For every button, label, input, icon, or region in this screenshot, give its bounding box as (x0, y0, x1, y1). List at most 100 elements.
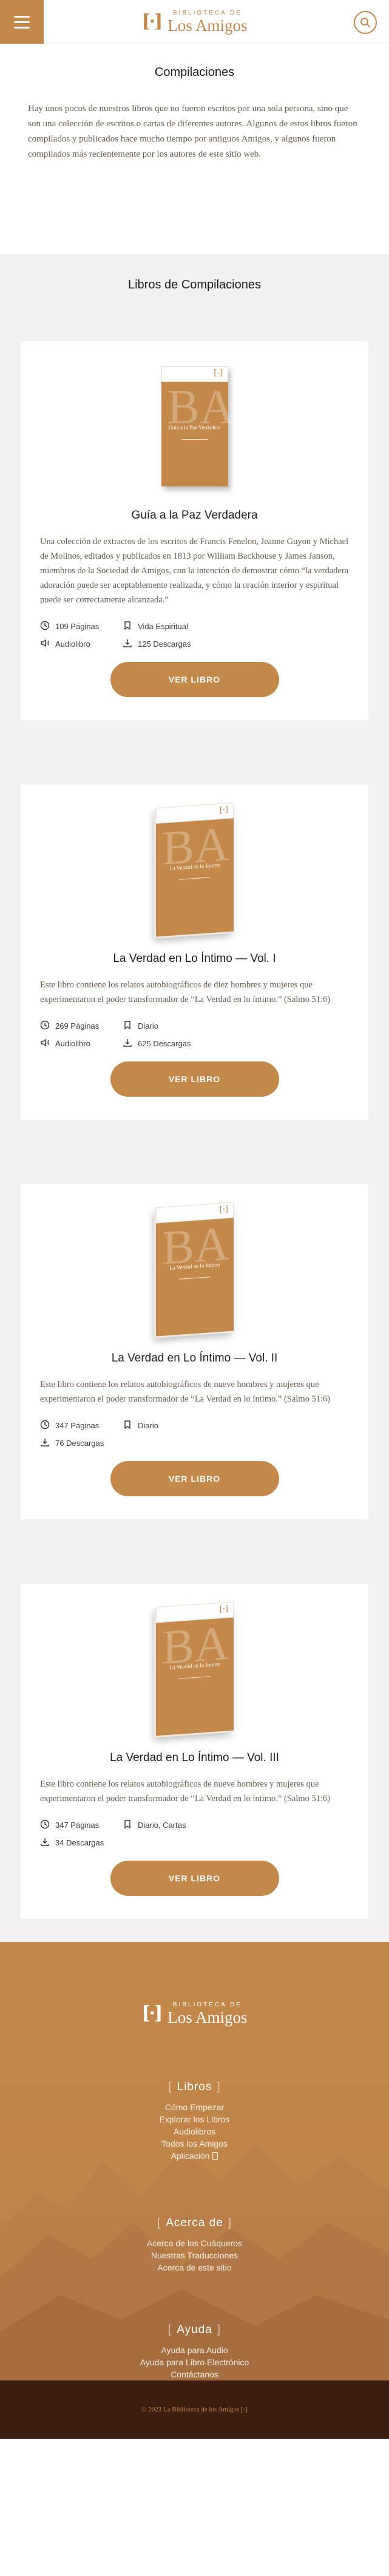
book-title[interactable]: La Verdad en Lo Íntimo — Vol. III (40, 1751, 349, 1765)
category: Diario (123, 1420, 349, 1431)
category-label: Diario (138, 1021, 158, 1031)
book-description: Este libro contiene los relatos autobiog… (40, 1779, 331, 1804)
page-count-label: 347 Páginas (55, 1421, 100, 1430)
footer-logo[interactable]: [·] BIBLIOTECA DE Los Amigos (141, 2002, 247, 2026)
phone-icon (212, 2152, 218, 2160)
footer-link[interactable]: Ayuda para Audio (0, 2344, 389, 2356)
footer-link[interactable]: Aplicación (0, 2150, 389, 2162)
logo-mark: [·] (141, 11, 163, 32)
page-count: 347 Páginas (40, 1420, 123, 1431)
category: Diario, Cartas (123, 1819, 349, 1831)
book-cover[interactable]: [·] BA Guía a la Paz Verdadera (161, 366, 235, 486)
category-label: Vida Espiritual (138, 622, 188, 631)
bookmark-icon (123, 1020, 132, 1032)
page-count: 269 Páginas (40, 1020, 123, 1032)
footer-link[interactable]: Acerca de los Cuáqueros (0, 2237, 389, 2249)
book-meta: 347 Páginas Diario 76 Descargas (40, 1420, 349, 1449)
page-count-label: 269 Páginas (55, 1021, 100, 1031)
book-cover-area: [·] BA La Verdad en lo Íntimo (40, 1584, 349, 1742)
cover-letters: BA (161, 1617, 229, 1675)
intro-text: Hay unos pocos de nuestros libros que no… (28, 104, 357, 159)
speaker-icon (40, 638, 50, 650)
compilations-section: Libros de Compilaciones [·] BA Guía a la… (0, 254, 389, 1942)
clock-icon (40, 621, 50, 632)
book-title[interactable]: La Verdad en Lo Íntimo — Vol. II (40, 1352, 349, 1365)
cover-logo-mark: [·] (219, 1604, 228, 1615)
cover-letters: BA (161, 817, 229, 876)
download-count: 76 Descargas (40, 1437, 123, 1449)
footer-heading: [Ayuda] (167, 2323, 222, 2336)
download-count: 625 Descargas (123, 1038, 349, 1049)
book-card: [·] BA La Verdad en lo Íntimo La Verdad … (21, 1184, 368, 1519)
book-card: [·] BA La Verdad en lo Íntimo La Verdad … (21, 1584, 368, 1919)
book-title[interactable]: Guía a la Paz Verdadera (40, 509, 349, 522)
view-book-button[interactable]: VER LIBRO (110, 1861, 279, 1896)
menu-button[interactable] (0, 0, 44, 44)
footer-link[interactable]: Explorar los Libros (0, 2113, 389, 2125)
category: Diario (123, 1020, 349, 1032)
book-description: Este libro contiene los relatos autobiog… (40, 980, 331, 1004)
book-cover-area: [·] BA La Verdad en lo Íntimo (40, 1184, 349, 1342)
book-cover[interactable]: [·] BA La Verdad en lo Íntimo (155, 1601, 234, 1736)
download-count-label: 76 Descargas (55, 1439, 104, 1448)
page-title: Compilaciones (154, 66, 235, 79)
book-cover[interactable]: [·] BA La Verdad en lo Íntimo (155, 802, 234, 937)
view-book-button[interactable]: VER LIBRO (110, 1061, 279, 1097)
speaker-icon (40, 1038, 50, 1049)
book-description: Este libro contiene los relatos autobiog… (40, 1380, 331, 1404)
category: Vida Espiritual (123, 621, 349, 632)
view-book-button[interactable]: VER LIBRO (110, 662, 279, 697)
download-icon (40, 1437, 50, 1449)
download-icon (40, 1837, 50, 1849)
book-meta: 109 Páginas Vida Espiritual Audiolibro 1… (40, 621, 349, 650)
logo-title: Los Amigos (167, 2008, 248, 2026)
logo-mark: [·] (141, 2003, 163, 2024)
logo-title: Los Amigos (167, 16, 248, 35)
copyright: © 2023 La Biblioteca de los Amigos [·] (0, 2380, 389, 2439)
audiobook: Audiolibro (40, 1038, 123, 1049)
category-label: Diario, Cartas (138, 1821, 186, 1830)
site-logo[interactable]: [·] BIBLIOTECA DE Los Amigos (141, 10, 247, 34)
clock-icon (40, 1420, 50, 1431)
download-count-label: 125 Descargas (138, 639, 191, 649)
clock-icon (40, 1819, 50, 1831)
footer-section: [Libros] Cómo Empezar Explorar los Libros A… (0, 2080, 389, 2162)
footer-section: [Ayuda] Ayuda para Audio Ayuda para Libro … (0, 2323, 389, 2380)
book-card: [·] BA Guía a la Paz Verdadera Guía a la… (21, 341, 368, 720)
cover-logo-mark: [·] (219, 805, 228, 816)
book-meta: 269 Páginas Diario Audiolibro 625 Descar… (40, 1020, 349, 1049)
footer-link[interactable]: Contáctanos (0, 2368, 389, 2380)
book-description: Una colección de extractos de los escrit… (40, 537, 349, 605)
page-count: 347 Páginas (40, 1819, 123, 1831)
cover-logo-mark: [·] (219, 1205, 228, 1215)
top-bar: [·] BIBLIOTECA DE Los Amigos (0, 0, 389, 44)
download-count: 34 Descargas (40, 1837, 123, 1849)
bookmark-icon (123, 1819, 132, 1831)
search-button[interactable] (354, 11, 377, 34)
download-count: 125 Descargas (123, 638, 349, 650)
site-footer: [·] BIBLIOTECA DE Los Amigos [Libros] Cóm… (0, 1942, 389, 2439)
section-title: Libros de Compilaciones (127, 278, 261, 291)
hamburger-icon (14, 15, 30, 18)
book-cover-area: [·] BA La Verdad en lo Íntimo (40, 785, 349, 942)
page-count: 109 Páginas (40, 621, 123, 632)
book-cover-area: [·] BA Guía a la Paz Verdadera (40, 341, 349, 499)
footer-link[interactable]: Audiolibros (0, 2125, 389, 2138)
footer-link[interactable]: Ayuda para Libro Electrónico (0, 2356, 389, 2368)
footer-link[interactable]: Nuestras Traducciones (0, 2249, 389, 2261)
footer-heading: [Acerca de] (157, 2217, 232, 2229)
view-book-button[interactable]: VER LIBRO (110, 1461, 279, 1496)
book-title[interactable]: La Verdad en Lo Íntimo — Vol. I (40, 952, 349, 966)
footer-link[interactable]: Acerca de este sitio (0, 2261, 389, 2274)
cover-logo-mark: [·] (214, 369, 223, 378)
book-cover[interactable]: [·] BA La Verdad en lo Íntimo (155, 1202, 234, 1337)
bookmark-icon (123, 1420, 132, 1431)
intro-section: Compilaciones Hay unos pocos de nuestros… (0, 44, 389, 254)
download-count-label: 34 Descargas (55, 1838, 104, 1847)
clock-icon (40, 1020, 50, 1032)
footer-link[interactable]: Cómo Empezar (0, 2101, 389, 2113)
audiobook-label: Audiolibro (55, 1039, 90, 1048)
page-count-label: 347 Páginas (55, 1821, 100, 1830)
footer-link[interactable]: Todos los Amigos (0, 2138, 389, 2150)
download-icon (123, 638, 132, 650)
